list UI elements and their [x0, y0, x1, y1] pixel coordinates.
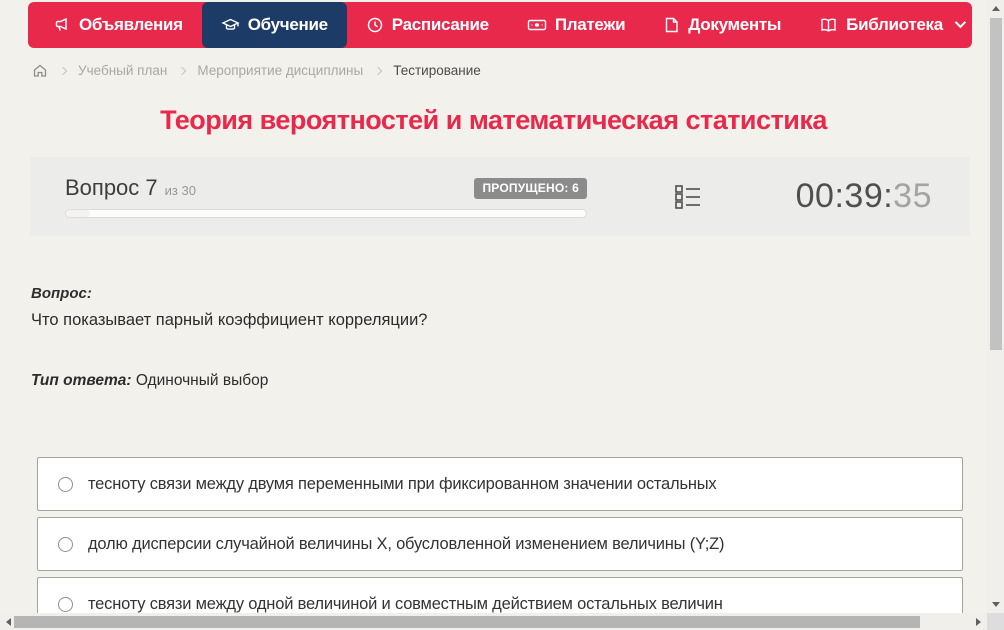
- document-icon: [666, 17, 678, 33]
- arrow-up-icon: [991, 6, 1000, 11]
- page-content: Объявления Обучение Расписание Платежи Д…: [0, 0, 987, 613]
- question-list-icon[interactable]: [675, 183, 701, 211]
- answer-option-label: тесноту связи между одной величиной и со…: [88, 594, 723, 613]
- answer-options: тесноту связи между двумя переменными пр…: [37, 457, 963, 613]
- breadcrumb-item-discipline-event[interactable]: Мероприятие дисциплины: [197, 63, 363, 78]
- question-progress-block: Вопрос 7 из 30 ПРОПУЩЕНО: 6: [65, 175, 587, 218]
- vertical-scrollbar-thumb[interactable]: [990, 18, 1002, 350]
- scroll-right-button[interactable]: [970, 613, 987, 630]
- breadcrumb-separator-icon: [58, 66, 68, 75]
- question-header-card: Вопрос 7 из 30 ПРОПУЩЕНО: 6 00:39:35: [30, 157, 970, 236]
- nav-item-label: Платежи: [554, 15, 626, 34]
- answer-type-row: Тип ответа: Одиночный выбор: [31, 372, 957, 390]
- nav-item-label: Расписание: [391, 15, 489, 34]
- nav-item-label: Объявления: [79, 15, 183, 34]
- scrollbar-corner: [987, 613, 1004, 630]
- arrow-left-icon: [6, 617, 11, 626]
- answer-option-label: тесноту связи между двумя переменными пр…: [88, 474, 717, 493]
- book-icon: [821, 18, 836, 32]
- graduation-cap-icon: [221, 18, 240, 30]
- progress-bar-fill: [66, 210, 90, 217]
- countdown-timer: 00:39:35: [701, 177, 950, 216]
- chevron-down-icon: [954, 16, 966, 28]
- arrow-right-icon: [976, 617, 981, 626]
- nav-item-label: Библиотека: [846, 15, 943, 34]
- answer-type-value: Одиночный выбор: [135, 372, 269, 389]
- vertical-scrollbar[interactable]: [987, 0, 1004, 613]
- question-text: Что показывает парный коэффициент коррел…: [31, 311, 428, 329]
- timer-main: 00:39:: [795, 177, 894, 215]
- megaphone-icon: [55, 17, 67, 31]
- breadcrumb-separator-icon: [178, 66, 187, 75]
- question-number: Вопрос 7: [65, 175, 158, 200]
- nav-item-label: Документы: [688, 15, 782, 34]
- main-navbar: Объявления Обучение Расписание Платежи Д…: [28, 2, 972, 48]
- question-body: Вопрос: Что показывает парный коэффициен…: [31, 285, 957, 390]
- nav-item-announcements[interactable]: Объявления: [34, 2, 202, 48]
- skipped-badge: ПРОПУЩЕНО: 6: [474, 177, 587, 199]
- question-total: из 30: [164, 183, 196, 198]
- nav-item-library[interactable]: Библиотека: [800, 2, 982, 48]
- horizontal-scrollbar[interactable]: [0, 613, 987, 630]
- breadcrumb-item-curriculum[interactable]: Учебный план: [78, 63, 167, 78]
- nav-item-label: Обучение: [247, 15, 328, 34]
- banknote-icon: [527, 19, 547, 31]
- answer-option-2[interactable]: долю дисперсии случайной величины X, обу…: [37, 517, 963, 571]
- nav-item-payments[interactable]: Платежи: [508, 2, 644, 48]
- horizontal-scrollbar-thumb[interactable]: [14, 616, 920, 628]
- breadcrumb-item-testing: Тестирование: [393, 63, 481, 78]
- question-heading: Вопрос:: [31, 285, 92, 302]
- clock-icon: [367, 17, 383, 33]
- nav-item-learning[interactable]: Обучение: [201, 2, 347, 48]
- quiz-page: Объявления Обучение Расписание Платежи Д…: [0, 0, 1004, 630]
- nav-item-schedule[interactable]: Расписание: [347, 2, 508, 48]
- radio-button[interactable]: [58, 476, 73, 492]
- answer-type-label: Тип ответа:: [31, 372, 132, 389]
- radio-button[interactable]: [58, 596, 73, 612]
- answer-option-1[interactable]: тесноту связи между двумя переменными пр…: [37, 457, 963, 511]
- home-icon[interactable]: [32, 63, 48, 78]
- answer-option-label: долю дисперсии случайной величины X, обу…: [88, 534, 725, 553]
- radio-button[interactable]: [58, 536, 73, 552]
- timer-seconds: 35: [893, 177, 932, 215]
- nav-item-documents[interactable]: Документы: [644, 2, 800, 48]
- breadcrumb-separator-icon: [373, 66, 383, 75]
- progress-bar: [65, 209, 587, 218]
- answer-option-3[interactable]: тесноту связи между одной величиной и со…: [37, 577, 963, 613]
- arrow-down-icon: [991, 602, 1000, 607]
- scroll-down-button[interactable]: [987, 596, 1004, 613]
- page-title: Теория вероятностей и математическая ста…: [160, 105, 827, 135]
- scroll-up-button[interactable]: [987, 0, 1004, 17]
- breadcrumb: Учебный план Мероприятие дисциплины Тест…: [32, 63, 987, 78]
